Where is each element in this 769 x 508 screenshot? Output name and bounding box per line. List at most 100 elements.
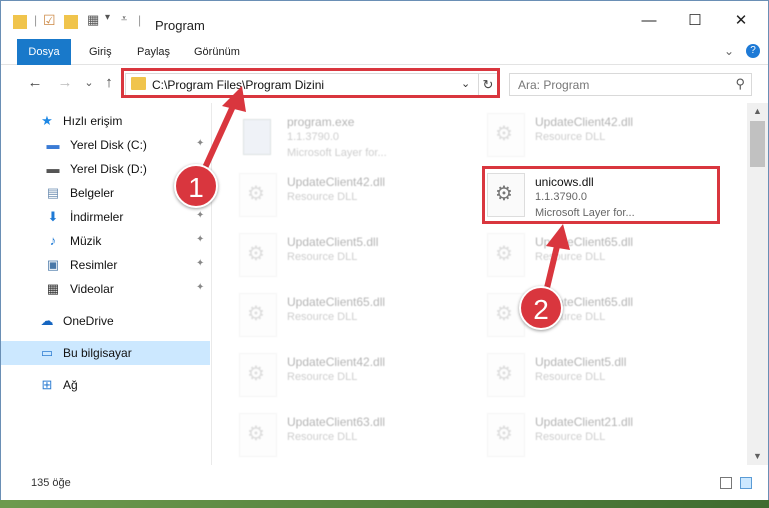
file-item[interactable]: ⚙ UpdateClient42.dll Resource DLL [239, 169, 469, 225]
large-icons-view-icon[interactable] [740, 477, 752, 489]
tab-share[interactable]: Paylaş [127, 39, 180, 65]
sidebar-item-pictures[interactable]: ▣ Resimler ✦ [1, 253, 210, 277]
file-item[interactable]: program.exe 1.1.3790.0 Microsoft Layer f… [239, 109, 469, 165]
file-description: Resource DLL [535, 431, 606, 443]
videos-icon: ▦ [46, 281, 60, 296]
step-badge-2: 2 [519, 286, 563, 330]
dll-icon: ⚙ [239, 413, 277, 457]
help-icon[interactable]: ? [746, 44, 760, 58]
recent-locations-button[interactable]: ⌄ [79, 76, 99, 89]
sidebar-item-local-disk-c[interactable]: ▬ Yerel Disk (C:) ✦ [1, 133, 210, 157]
dll-icon: ⚙ [487, 113, 525, 157]
sidebar-item-onedrive[interactable]: ☁ OneDrive [1, 309, 210, 333]
scroll-thumb[interactable] [750, 121, 765, 167]
vertical-scrollbar[interactable]: ▲ ▼ [747, 103, 768, 465]
forward-button[interactable]: → [55, 74, 75, 91]
drive-icon: ▬ [46, 161, 60, 176]
music-icon: ♪ [49, 233, 57, 248]
file-name: UpdateClient5.dll [287, 235, 379, 249]
file-item[interactable]: ⚙ UpdateClient5.dll Resource DLL [487, 349, 717, 405]
dll-icon: ⚙ [239, 353, 277, 397]
sidebar-item-network[interactable]: ⊞ Ağ [1, 373, 210, 397]
sidebar-item-label: Müzik [70, 234, 102, 248]
ribbon: Dosya Giriş Paylaş Görünüm ⌄ ? [1, 39, 768, 95]
quick-access-toolbar-icon[interactable]: ⩡ [121, 13, 127, 29]
sidebar-item-this-pc[interactable]: ▭ Bu bilgisayar [1, 341, 210, 365]
file-item[interactable]: ⚙ UpdateClient42.dll Resource DLL [487, 109, 717, 165]
file-name: UpdateClient5.dll [535, 355, 627, 369]
sidebar-item-label: Bu bilgisayar [63, 346, 132, 360]
separator: | [138, 13, 142, 27]
file-description: Resource DLL [535, 251, 606, 263]
dll-icon: ⚙ [239, 293, 277, 337]
dll-icon: ⚙ [239, 173, 277, 217]
pin-icon[interactable]: ✦ [196, 282, 204, 293]
pin-icon[interactable]: ✦ [196, 210, 204, 221]
close-button[interactable]: ✕ [718, 1, 764, 39]
file-item[interactable]: ⚙ UpdateClient65.dll Resource DLL [487, 229, 717, 285]
file-highlight-box [482, 166, 720, 224]
scroll-up-button[interactable]: ▲ [747, 103, 768, 120]
sidebar-item-label: OneDrive [63, 314, 114, 328]
file-item[interactable]: ⚙ UpdateClient65.dll Resource DLL [239, 289, 469, 345]
file-item[interactable]: ⚙ UpdateClient63.dll Resource DLL [239, 409, 469, 465]
properties-icon[interactable]: ☑ [43, 12, 56, 28]
file-item[interactable]: ⚙ UpdateClient42.dll Resource DLL [239, 349, 469, 405]
search-input[interactable]: Ara: Program ⚲ [509, 73, 752, 96]
navigation-pane: ★ Hızlı erişim ▬ Yerel Disk (C:) ✦ ▬ Yer… [1, 103, 212, 465]
network-icon: ⊞ [41, 377, 53, 392]
up-button[interactable]: ↑ [99, 74, 119, 91]
new-folder-icon[interactable] [64, 15, 78, 29]
file-description: Resource DLL [535, 371, 606, 383]
sidebar-item-label: Ağ [63, 378, 78, 392]
sidebar-item-label: Videolar [70, 282, 114, 296]
maximize-button[interactable]: ☐ [672, 1, 718, 39]
sidebar-item-label: İndirmeler [70, 210, 124, 224]
separator: | [34, 13, 38, 27]
file-description: Resource DLL [287, 191, 358, 203]
sidebar-item-music[interactable]: ♪ Müzik ✦ [1, 229, 210, 253]
status-bar: 135 öğe [1, 465, 768, 500]
tab-home[interactable]: Giriş [79, 39, 122, 65]
details-view-icon[interactable] [720, 477, 732, 489]
scroll-down-button[interactable]: ▼ [747, 448, 768, 465]
file-item[interactable]: ⚙ UpdateClient5.dll Resource DLL [239, 229, 469, 285]
search-placeholder: Ara: Program [518, 78, 590, 92]
sidebar-item-label: Resimler [70, 258, 118, 272]
dll-icon: ⚙ [239, 233, 277, 277]
pin-icon[interactable]: ✦ [196, 258, 204, 269]
file-list: program.exe 1.1.3790.0 Microsoft Layer f… [213, 103, 747, 465]
minimize-button[interactable]: — [626, 1, 672, 39]
expand-ribbon-icon[interactable]: ⌄ [724, 44, 734, 58]
sidebar-item-downloads[interactable]: ⬇ İndirmeler ✦ [1, 205, 210, 229]
pin-icon[interactable]: ✦ [196, 138, 204, 149]
file-name: program.exe [287, 115, 355, 129]
file-name: UpdateClient65.dll [287, 295, 386, 309]
drive-icon: ▬ [46, 137, 60, 152]
sidebar-item-videos[interactable]: ▦ Videolar ✦ [1, 277, 210, 301]
window-title: Program [155, 18, 205, 33]
folder-icon[interactable] [13, 15, 27, 29]
sidebar-item-label: Yerel Disk (D:) [70, 162, 147, 176]
computer-icon: ▭ [40, 345, 54, 360]
chevron-down-icon[interactable]: ▾ [105, 12, 110, 28]
back-button[interactable]: ← [25, 74, 45, 91]
file-name: UpdateClient42.dll [287, 175, 386, 189]
file-name: UpdateClient42.dll [287, 355, 386, 369]
sidebar-item-label: Yerel Disk (C:) [70, 138, 147, 152]
file-description: Microsoft Layer for... [287, 147, 387, 159]
search-icon[interactable]: ⚲ [735, 76, 745, 92]
dll-icon: ⚙ [487, 413, 525, 457]
sidebar-item-label: Belgeler [70, 186, 115, 200]
pin-icon[interactable]: ✦ [196, 234, 204, 245]
sidebar-item-label: Hızlı erişim [63, 114, 123, 128]
exe-icon [239, 113, 277, 157]
file-item[interactable]: ⚙ UpdateClient21.dll Resource DLL [487, 409, 717, 465]
pictures-icon: ▣ [46, 257, 60, 272]
customize-icon[interactable]: ▦ [87, 12, 99, 28]
sidebar-item-quick-access[interactable]: ★ Hızlı erişim [1, 109, 210, 133]
step-badge-1: 1 [174, 164, 218, 208]
tab-view[interactable]: Görünüm [184, 39, 250, 65]
address-highlight-box [121, 68, 500, 98]
onedrive-icon: ☁ [40, 313, 54, 328]
